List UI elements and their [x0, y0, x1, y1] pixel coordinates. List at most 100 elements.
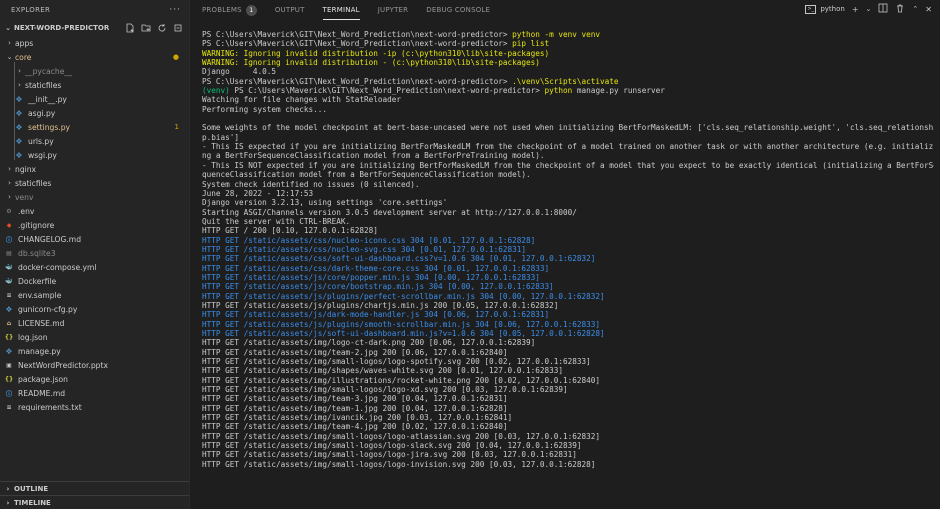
tree-item[interactable]: ⌂ LICENSE.md	[0, 316, 189, 330]
terminal-line: HTTP GET /static/assets/css/soft-ui-dash…	[202, 254, 934, 263]
tree-item-label: gunicorn-cfg.py	[18, 304, 78, 314]
tree-item-label: .env	[18, 206, 35, 216]
terminal-line: p.bias']	[202, 133, 934, 142]
terminal-line: HTTP GET /static/assets/img/logo-ct-dark…	[202, 338, 934, 347]
tab-jupyter-label: JUPYTER	[377, 6, 409, 14]
terminal-line: HTTP GET /static/assets/js/soft-ui-dashb…	[202, 329, 934, 338]
terminal-line: PS C:\Users\Maverick\GIT\Next_Word_Predi…	[202, 39, 934, 48]
chevron-right-icon: ›	[6, 484, 10, 493]
new-folder-icon[interactable]	[140, 22, 151, 33]
tree-item[interactable]: ▣ NextWordPredictor.pptx	[0, 358, 189, 372]
tree-item[interactable]: {} package.json	[0, 372, 189, 386]
docker-icon: 🐳	[5, 263, 13, 271]
project-header[interactable]: ⌄ NEXT-WORD-PREDICTOR	[0, 20, 189, 36]
tree-item-label: settings.py	[28, 122, 71, 132]
terminal-text: HTTP GET /static/assets/img/shapes/waves…	[202, 366, 564, 376]
tree-item[interactable]: ▤ db.sqlite3	[0, 246, 189, 260]
chevron-right-icon: ›	[18, 67, 21, 75]
terminal-text: HTTP GET /static/assets/js/core/bootstra…	[202, 282, 554, 292]
tree-item[interactable]: ≡ env.sample	[0, 288, 189, 302]
terminal-text: .\venv\Scripts\activate	[512, 76, 619, 86]
tree-item-label: CHANGELOG.md	[18, 234, 82, 244]
terminal-line: System check identified no issues (0 sil…	[202, 180, 934, 189]
terminal-text: HTTP GET /static/assets/js/plugins/perfe…	[202, 291, 605, 301]
tab-output-label: OUTPUT	[274, 6, 305, 14]
terminal-line: June 28, 2022 - 12:17:53	[202, 189, 934, 198]
terminal-text: HTTP GET /static/assets/css/dark-theme-c…	[202, 263, 550, 273]
tree-item[interactable]: ❖ __init__.py	[0, 92, 189, 106]
tree-item[interactable]: ❖ urls.py	[0, 134, 189, 148]
tree-item[interactable]: ≡ requirements.txt	[0, 400, 189, 414]
outline-label: OUTLINE	[14, 484, 49, 493]
tab-debug-console-label: DEBUG CONSOLE	[426, 6, 491, 14]
tree-item-label: requirements.txt	[18, 402, 82, 412]
tree-item-label: urls.py	[28, 136, 54, 146]
tree-item[interactable]: › __pycache__	[0, 64, 189, 78]
refresh-icon[interactable]	[156, 22, 167, 33]
tree-item[interactable]: › apps	[0, 36, 189, 50]
terminal-text: python -m venv venv	[512, 30, 601, 39]
tab-debug-console[interactable]: DEBUG CONSOLE	[426, 0, 490, 20]
terminal-line: PS C:\Users\Maverick\GIT\Next_Word_Predi…	[202, 30, 934, 39]
new-file-icon[interactable]	[124, 22, 135, 33]
tree-item[interactable]: {} log.json	[0, 330, 189, 344]
tree-item[interactable]: ❖ settings.py 1	[0, 120, 189, 134]
info-icon: ⓘ	[5, 390, 12, 398]
terminal-line: HTTP GET /static/assets/img/small-logos/…	[202, 441, 934, 450]
tree-item-label: package.json	[18, 374, 68, 384]
tree-item[interactable]: 🐳 docker-compose.yml	[0, 260, 189, 274]
tree-item[interactable]: › venv	[0, 190, 189, 204]
tab-jupyter[interactable]: JUPYTER	[378, 0, 409, 20]
modified-badge: 1	[174, 123, 179, 131]
timeline-section[interactable]: › TIMELINE	[0, 495, 189, 509]
tree-item[interactable]: › nginx	[0, 162, 189, 176]
chevron-up-icon[interactable]: ⌃	[912, 5, 918, 13]
terminal-line: HTTP GET /static/assets/css/dark-theme-c…	[202, 264, 934, 273]
plus-icon[interactable]: +	[852, 5, 859, 14]
tree-item[interactable]: ❖ asgi.py	[0, 106, 189, 120]
tree-item[interactable]: ❖ manage.py	[0, 344, 189, 358]
terminal-text: p.bias']	[202, 132, 240, 142]
json-icon: {}	[4, 333, 14, 341]
tree-item[interactable]: › staticfiles	[0, 78, 189, 92]
tree-item[interactable]: ❖ wsgi.py	[0, 148, 189, 162]
close-icon[interactable]: ✕	[925, 5, 932, 14]
terminal-text: HTTP GET /static/assets/js/core/popper.m…	[202, 272, 540, 282]
split-terminal-icon[interactable]	[878, 3, 888, 15]
tree-item[interactable]: ⚙ .env	[0, 204, 189, 218]
python-file-icon: ❖	[15, 122, 23, 132]
chevron-right-icon: ›	[18, 81, 21, 89]
tab-output[interactable]: OUTPUT	[275, 0, 305, 20]
terminal-line: HTTP GET /static/assets/css/nucleo-svg.c…	[202, 245, 934, 254]
tree-item[interactable]: ⓘ CHANGELOG.md	[0, 232, 189, 246]
terminal-text: HTTP GET /static/assets/css/soft-ui-dash…	[202, 254, 596, 264]
terminal-text: Some weights of the model checkpoint at …	[202, 123, 934, 133]
outline-section[interactable]: › OUTLINE	[0, 481, 189, 495]
terminal-text: PS C:\Users\Maverick\GIT\Next_Word_Predi…	[202, 39, 513, 49]
tree-item-label: .gitignore	[18, 220, 55, 230]
terminal-output[interactable]: PS C:\Users\Maverick\GIT\Next_Word_Predi…	[202, 30, 934, 509]
tree-item[interactable]: ⓘ README.md	[0, 386, 189, 400]
tree-item-label: LICENSE.md	[18, 318, 65, 328]
terminal-line: WARNING: Ignoring invalid distribution -…	[202, 49, 934, 58]
tab-problems[interactable]: PROBLEMS 1	[202, 0, 257, 20]
tree-item[interactable]: ⌄ core ●	[0, 50, 189, 64]
trash-icon[interactable]	[895, 3, 905, 15]
info-icon: ⓘ	[5, 236, 12, 244]
terminal-line: HTTP GET /static/assets/js/plugins/perfe…	[202, 292, 934, 301]
tab-terminal[interactable]: TERMINAL	[322, 0, 360, 20]
file-tree: › apps ⌄ core ● › __pycache__ › staticfiles ❖ __in…	[0, 36, 189, 414]
terminal-selector[interactable]: >_ python	[805, 4, 845, 14]
tab-terminal-label: TERMINAL	[322, 6, 360, 14]
text-file-icon: ≡	[6, 403, 12, 411]
chevron-down-icon[interactable]: ⌄	[866, 5, 872, 13]
more-actions-icon[interactable]: ···	[169, 5, 181, 15]
terminal-line: HTTP GET /static/assets/js/dark-mode-han…	[202, 310, 934, 319]
terminal-text: HTTP GET /static/assets/css/nucleo-svg.c…	[202, 244, 526, 254]
tree-item[interactable]: ◆ .gitignore	[0, 218, 189, 232]
tree-item[interactable]: › staticfiles	[0, 176, 189, 190]
tree-item[interactable]: 🐳 Dockerfile	[0, 274, 189, 288]
collapse-all-icon[interactable]	[172, 22, 183, 33]
tree-item[interactable]: ❖ gunicorn-cfg.py	[0, 302, 189, 316]
terminal-text: HTTP GET /static/assets/img/ivancik.jpg …	[202, 413, 513, 423]
